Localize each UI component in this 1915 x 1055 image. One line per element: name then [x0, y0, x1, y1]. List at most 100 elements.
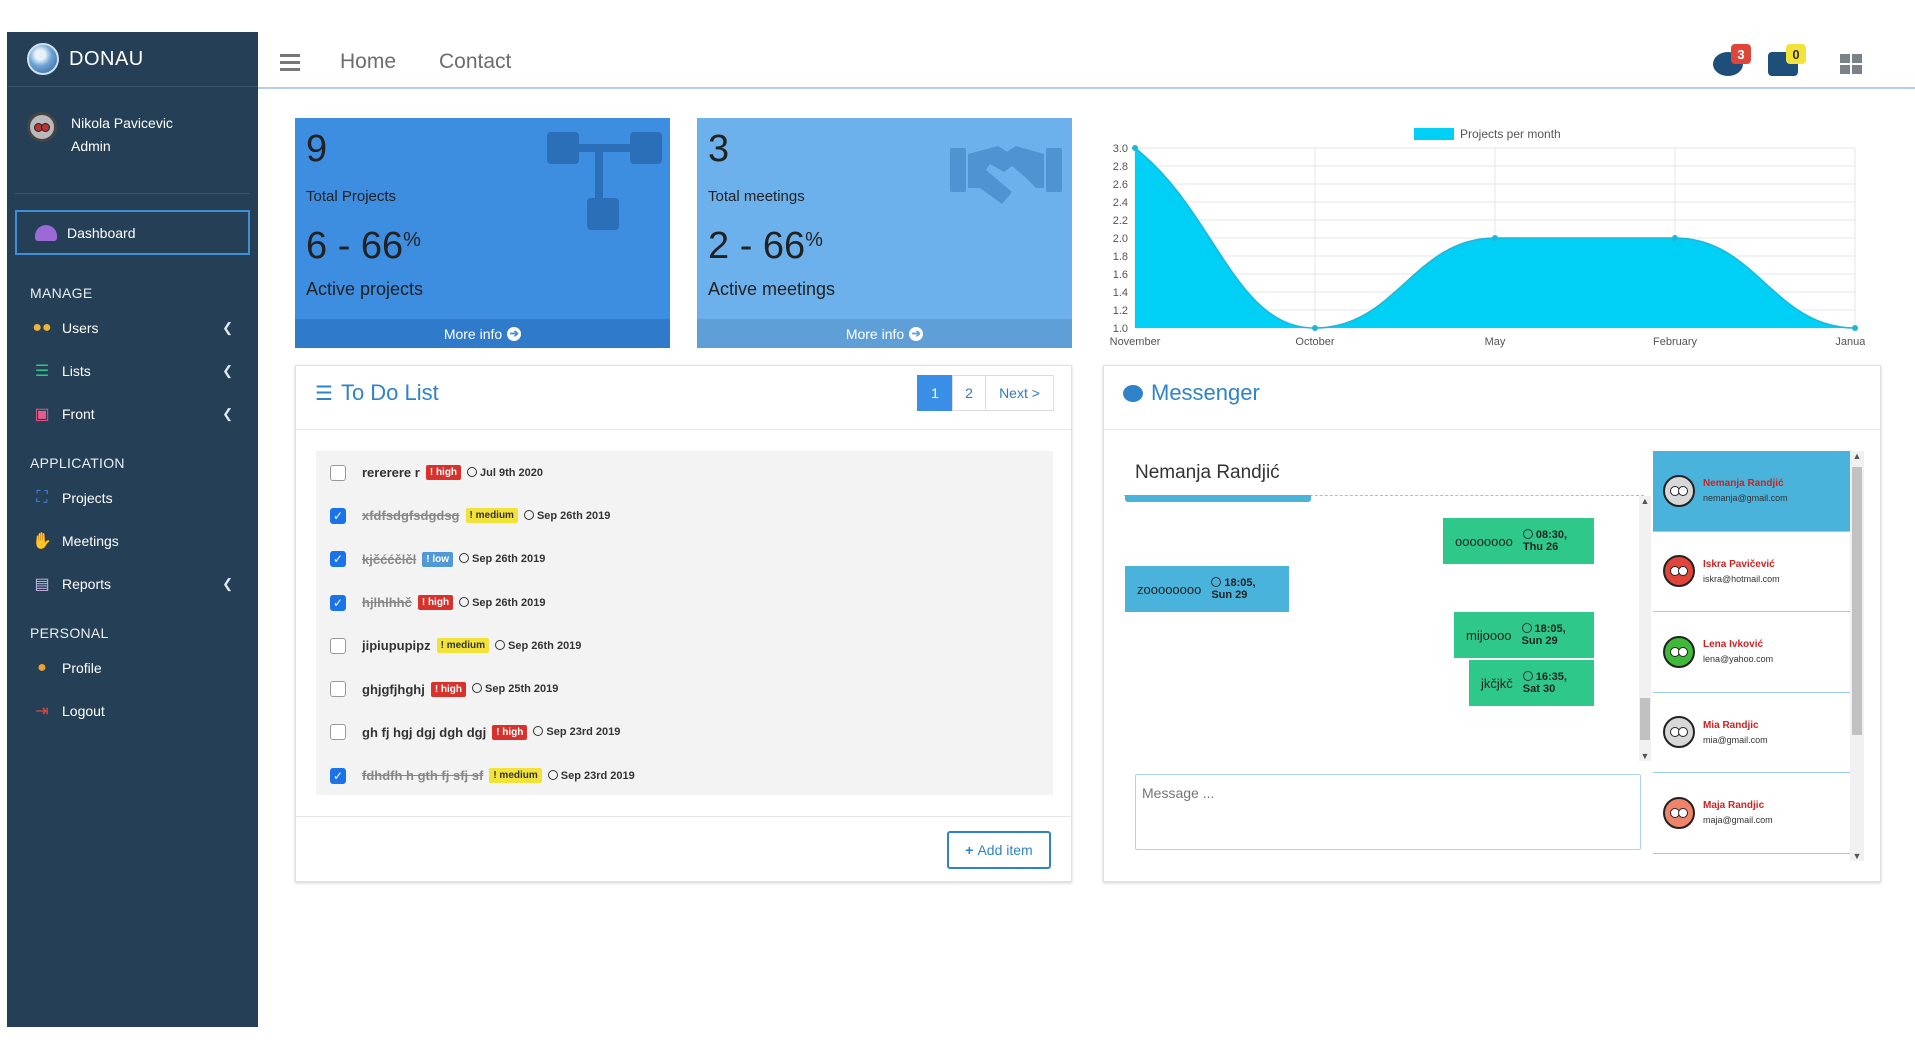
meetings-more-info-link[interactable]: More info ➔ [697, 319, 1072, 348]
scroll-up-icon[interactable]: ▲ [1850, 451, 1864, 461]
page-1-button[interactable]: 1 [917, 375, 953, 411]
contact-avatar-icon [1663, 474, 1695, 507]
sidebar-item-projects[interactable]: ⛶ Projects [7, 476, 258, 519]
todo-checkbox[interactable]: ✓ [330, 507, 346, 524]
sidebar-item-reports[interactable]: ▤ Reports ❮ [7, 562, 258, 605]
todo-checkbox[interactable] [330, 724, 346, 741]
contacts-scrollbar[interactable]: ▲ ▼ [1850, 451, 1864, 861]
todo-item: ✓ xfdfsdgfsdgdsg ! medium Sep 26th 2019 [316, 494, 1053, 537]
data-point [1852, 325, 1858, 331]
todo-checkbox[interactable]: ✓ [330, 551, 346, 568]
message-input[interactable] [1135, 774, 1641, 850]
todo-checkbox[interactable]: ✓ [330, 594, 346, 611]
menu-toggle-icon[interactable] [280, 54, 300, 75]
meetings-count: 3 [708, 128, 730, 170]
todo-text: hjlhlhhč [362, 595, 412, 611]
sidebar-item-label: Projects [62, 489, 113, 506]
sidebar-item-profile[interactable]: ● Profile [7, 646, 258, 689]
data-point [1492, 235, 1498, 241]
x-tick-label: February [1653, 336, 1698, 348]
scroll-down-icon[interactable]: ▼ [1850, 851, 1864, 861]
contact-item[interactable]: Lena Ivković lena@yahoo.com [1653, 612, 1850, 693]
priority-label: high [440, 683, 463, 695]
x-tick-label: May [1485, 336, 1506, 348]
message-bubble: jkčjkč 16:35, Sat 30 [1469, 660, 1594, 706]
y-tick-label: 1.4 [1113, 287, 1128, 299]
clock-icon [1522, 671, 1533, 681]
notifications-button[interactable]: 0 [1768, 44, 1806, 76]
sidebar-item-logout[interactable]: ⇥ Logout [7, 689, 258, 732]
contact-name: Iskra Pavičević [1703, 558, 1775, 570]
todo-text: kjčććčlčl [362, 551, 417, 567]
scroll-thumb[interactable] [1640, 698, 1650, 740]
contact-email: nemanja@gmail.com [1703, 493, 1788, 504]
todo-date: Sep 26th 2019 [495, 639, 581, 652]
messages-button[interactable]: 3 [1713, 44, 1751, 76]
contact-item[interactable]: Iskra Pavičević iskra@hotmail.com [1653, 532, 1850, 612]
scroll-up-icon[interactable]: ▲ [1639, 496, 1651, 506]
priority-badge: ! high [417, 595, 454, 611]
todo-item: ✓ kjčććčlčl ! low Sep 26th 2019 [316, 538, 1053, 581]
message-text: zoooooooo [1137, 581, 1202, 597]
messenger-title: Messenger [1123, 380, 1260, 406]
todo-checkbox[interactable]: ✓ [330, 767, 346, 784]
page-2-button[interactable]: 2 [952, 375, 986, 411]
sitemap-icon [547, 132, 662, 230]
sidebar-item-label: Meetings [62, 532, 119, 549]
priority-label: medium [446, 640, 486, 652]
divider [15, 193, 250, 194]
active-meetings-value: 2 - 66% [708, 225, 823, 268]
scroll-down-icon[interactable]: ▼ [1639, 751, 1651, 761]
sidebar-item-label: Lists [62, 362, 91, 379]
brand[interactable]: DONAU [7, 32, 258, 87]
todo-checkbox[interactable] [330, 681, 346, 698]
logout-icon: ⇥ [35, 702, 49, 720]
message-text: oooooooo [1455, 533, 1513, 549]
clock-icon [523, 509, 534, 520]
scroll-thumb[interactable] [1852, 467, 1862, 735]
user-icon: ● [37, 658, 47, 676]
clock-icon [1522, 529, 1533, 539]
todo-date: Sep 23rd 2019 [547, 769, 635, 782]
data-point [1672, 235, 1678, 241]
legend-label: Projects per month [1460, 127, 1561, 141]
add-item-button[interactable]: + Add item [947, 831, 1051, 869]
sidebar-item-label: Logout [62, 702, 105, 719]
todo-date-text: Sep 23rd 2019 [560, 769, 635, 782]
clock-icon [1521, 623, 1532, 633]
contact-item[interactable]: Maja Randjic maja@gmail.com [1653, 773, 1850, 854]
nav-contact-link[interactable]: Contact [439, 50, 511, 74]
projects-more-info-link[interactable]: More info ➔ [295, 319, 670, 348]
sitemap-icon: ⛶ [36, 488, 48, 506]
todo-text: gh fj hgj dgj dgh dgj [362, 724, 487, 740]
chat-scrollbar[interactable]: ▲ ▼ [1639, 496, 1651, 761]
arrow-circle-right-icon: ➔ [507, 326, 522, 341]
sidebar-item-users[interactable]: ●● Users ❮ [7, 306, 258, 349]
section-manage: MANAGE [30, 285, 93, 301]
section-application: APPLICATION [30, 455, 125, 471]
sidebar-item-meetings[interactable]: ✋ Meetings [7, 519, 258, 562]
priority-badge: ! high [492, 724, 528, 740]
handshake-icon [950, 146, 1062, 204]
sidebar-item-front[interactable]: ▣ Front ❮ [7, 392, 258, 435]
contact-item[interactable]: Mia Randjic mia@gmail.com [1653, 693, 1850, 773]
todo-date-text: Sep 26th 2019 [536, 509, 611, 522]
notifications-badge: 0 [1786, 44, 1806, 64]
sidebar-item-dashboard[interactable]: Dashboard [15, 210, 250, 255]
todo-date-text: Sep 25th 2019 [485, 683, 559, 696]
priority-label: medium [499, 770, 538, 782]
nav-home-link[interactable]: Home [340, 50, 396, 74]
todo-panel: ☰ To Do List 1 2 Next > rererere r ! high… [295, 365, 1072, 882]
next-page-button[interactable]: Next > [985, 375, 1054, 411]
todo-checkbox[interactable] [330, 464, 346, 481]
sidebar-item-lists[interactable]: ☰ Lists ❮ [7, 349, 258, 392]
todo-pagination: 1 2 Next > [917, 375, 1054, 411]
todo-date: Sep 26th 2019 [459, 553, 545, 565]
users-icon: ●● [32, 318, 52, 336]
todo-checkbox[interactable] [330, 637, 346, 654]
priority-badge: ! medium [465, 508, 518, 524]
sidebar-item-label: Reports [62, 575, 112, 592]
contact-item[interactable]: Nemanja Randjić nemanja@gmail.com [1653, 451, 1850, 532]
priority-label: low [432, 553, 449, 565]
grid-icon[interactable] [1840, 54, 1862, 74]
